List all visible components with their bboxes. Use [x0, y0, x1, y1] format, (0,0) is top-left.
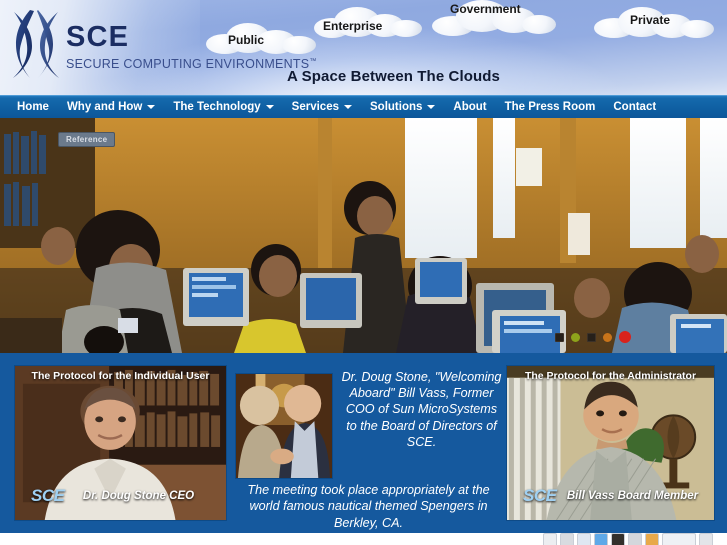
rss-icon[interactable]: [645, 533, 659, 545]
nav-item-services[interactable]: Services: [283, 95, 361, 118]
hero-dot-1[interactable]: [571, 332, 580, 342]
twitter-icon[interactable]: [594, 533, 608, 545]
logo-title: SCE: [66, 21, 130, 53]
share-icon-5[interactable]: [611, 533, 625, 545]
hero-slider[interactable]: Reference: [0, 118, 727, 353]
site-header: Public Enterprise Government Private SCE…: [0, 0, 727, 95]
footer-share-bar: [0, 533, 727, 545]
hero-dot-sep[interactable]: [587, 332, 596, 342]
video-title-left: The Protocol for the Individual User: [31, 370, 210, 382]
chevron-down-icon: [265, 104, 274, 109]
nav-item-solutions[interactable]: Solutions: [361, 95, 444, 118]
nav-item-contact[interactable]: Contact: [604, 95, 665, 118]
nav-label: Services: [291, 100, 339, 113]
share-icon-2[interactable]: [560, 533, 574, 545]
announcement-photo-handshake: [235, 373, 333, 479]
hero-reference-sign: Reference: [58, 132, 116, 147]
cloud-label-enterprise: Enterprise: [323, 19, 383, 33]
video-title-right: The Protocol for the Administrator: [524, 370, 697, 382]
share-icon-6[interactable]: [628, 533, 642, 545]
cloud-label-private: Private: [630, 13, 671, 27]
video-card-administrator[interactable]: The Protocol for the Administrator SCE B…: [506, 365, 715, 521]
announcement-block: Dr. Doug Stone, "Welcoming Aboard" Bill …: [227, 361, 506, 533]
nav-label: Home: [17, 100, 49, 113]
page-root: Public Enterprise Government Private SCE…: [0, 0, 727, 545]
share-icon-8[interactable]: [699, 533, 713, 545]
video-card-individual-user[interactable]: The Protocol for the Individual User SCE…: [14, 365, 227, 521]
video-name-right: Bill Vass Board Member: [566, 490, 699, 502]
logo-wordmark[interactable]: SCE SECURE COMPUTING ENVIRONMENTS™: [66, 21, 317, 72]
hero-photo-computer-lab: [0, 118, 727, 353]
nav-label: Solutions: [370, 100, 423, 113]
nav-item-about[interactable]: About: [444, 95, 495, 118]
cloud-label-public: Public: [228, 33, 265, 47]
hero-dot-prev[interactable]: [555, 332, 564, 342]
video-name-left: Dr. Doug Stone CEO: [82, 490, 195, 502]
nav-label: The Press Room: [504, 100, 596, 113]
nav-item-home[interactable]: Home: [8, 95, 58, 118]
chevron-down-icon: [427, 104, 436, 109]
chevron-down-icon: [147, 104, 156, 109]
nav-label: Why and How: [66, 100, 143, 113]
nav-item-the-press-room[interactable]: The Press Room: [496, 95, 605, 118]
hero-dot-2[interactable]: [603, 332, 612, 342]
share-button-wide[interactable]: [662, 533, 696, 545]
nav-label: The Technology: [173, 100, 261, 113]
trademark-symbol: ™: [309, 57, 317, 65]
site-tagline: A Space Between The Clouds: [287, 68, 500, 85]
nav-item-why-and-how[interactable]: Why and How: [58, 95, 164, 118]
nav-label: Contact: [613, 100, 657, 113]
main-navigation: Home Why and How The Technology Services…: [0, 95, 727, 118]
announcement-text-bottom: The meeting took place appropriately at …: [247, 483, 490, 530]
content-panel: The Protocol for the Individual User SCE…: [0, 353, 727, 533]
nav-item-the-technology[interactable]: The Technology: [164, 95, 282, 118]
hero-dot-3-active[interactable]: [619, 331, 631, 343]
hero-slider-pagination[interactable]: [555, 331, 631, 343]
nav-label: About: [453, 100, 487, 113]
chevron-down-icon: [344, 104, 352, 109]
cloud-label-government: Government: [450, 2, 521, 16]
share-icon-1[interactable]: [543, 533, 557, 545]
share-icon-3[interactable]: [577, 533, 591, 545]
